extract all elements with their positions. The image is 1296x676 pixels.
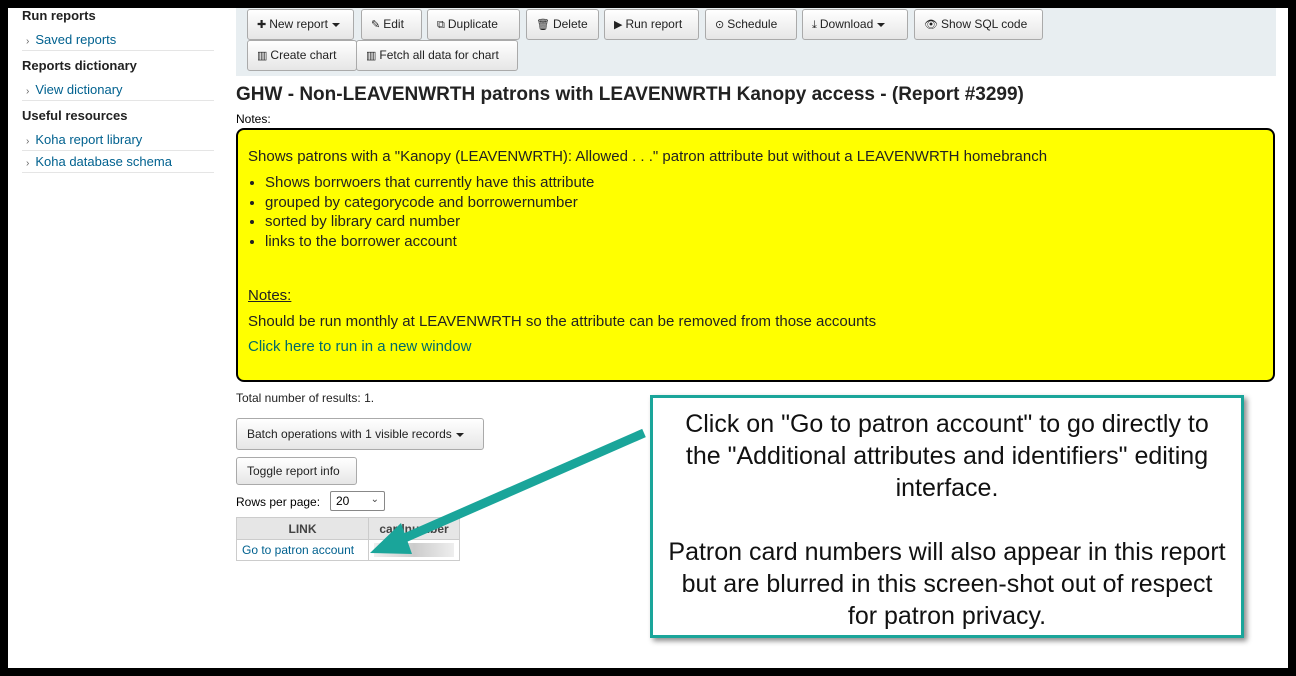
callout-text-1: Click on "Go to patron account" to go di…: [685, 410, 1209, 502]
plus-icon: ✚: [257, 19, 267, 31]
new-report-button[interactable]: ✚ New report: [247, 9, 354, 40]
list-item: sorted by library card number: [265, 212, 1263, 232]
download-label: Download: [819, 17, 874, 31]
create-chart-label: Create chart: [270, 48, 337, 62]
list-item: grouped by categorycode and borrowernumb…: [265, 193, 1263, 213]
report-toolbar: ✚ New report ✎ Edit ⧉ Duplicate 🗑 Delete ▶ Ru…: [236, 8, 1276, 76]
link-cell: Go to patron account: [236, 539, 369, 561]
notes-intro: Shows patrons with a "Kanopy (LEAVENWRTH…: [248, 148, 1048, 165]
play-icon: ▶: [614, 19, 623, 31]
chevron-right-icon: ›: [26, 86, 30, 97]
delete-label: Delete: [552, 17, 588, 31]
delete-button[interactable]: 🗑 Delete: [526, 9, 599, 40]
rows-per-page-label: Rows per page:: [236, 495, 321, 509]
sidebar-heading-run-reports: Run reports: [22, 8, 96, 23]
notes-label: Notes:: [236, 112, 271, 126]
fetch-all-data-button[interactable]: ▥ Fetch all data for chart: [356, 40, 518, 71]
notes-bullet-list: Shows borrwoers that currently have this…: [248, 173, 1263, 251]
list-item: links to the borrower account: [265, 232, 1263, 252]
koha-report-library-link[interactable]: Koha report library: [35, 132, 142, 147]
trash-icon: 🗑: [536, 19, 550, 31]
new-report-label: New report: [269, 17, 328, 31]
caret-down-icon: [877, 22, 886, 27]
rows-per-page-select[interactable]: 20 ⌄: [330, 491, 385, 511]
run-report-label: Run report: [625, 17, 683, 31]
duplicate-button[interactable]: ⧉ Duplicate: [427, 9, 520, 40]
sidebar: Run reports › Saved reports Reports dicti…: [22, 8, 214, 173]
cardnumber-cell: [368, 539, 460, 561]
callout-text-2: Patron card numbers will also appear in …: [668, 538, 1226, 630]
schedule-label: Schedule: [727, 17, 778, 31]
run-in-new-window-link[interactable]: Click here to run in a new window: [248, 338, 1263, 355]
sidebar-item-koha-database-schema[interactable]: › Koha database schema: [22, 151, 214, 173]
batch-operations-label: Batch operations with 1 visible records: [247, 427, 452, 441]
caret-down-icon: [331, 22, 340, 27]
show-sql-label: Show SQL code: [940, 17, 1028, 31]
run-report-button[interactable]: ▶ Run report: [604, 9, 699, 40]
report-notes: Shows patrons with a "Kanopy (LEAVENWRTH…: [236, 128, 1275, 382]
sidebar-heading-reports-dictionary: Reports dictionary: [22, 58, 137, 73]
chevron-right-icon: ›: [26, 36, 30, 47]
show-sql-button[interactable]: 👁 Show SQL code: [914, 9, 1043, 40]
annotation-callout: Click on "Go to patron account" to go di…: [650, 395, 1244, 638]
download-icon: ⤓: [812, 19, 817, 31]
schedule-button[interactable]: ⊙ Schedule: [705, 9, 797, 40]
saved-reports-link[interactable]: Saved reports: [35, 32, 116, 47]
pencil-icon: ✎: [371, 19, 381, 31]
go-to-patron-account-link[interactable]: Go to patron account: [242, 543, 354, 557]
blurred-cardnumber: [374, 543, 454, 557]
list-item: Shows borrwoers that currently have this…: [265, 173, 1263, 193]
page-title: GHW - Non-LEAVENWRTH patrons with LEAVEN…: [236, 84, 1024, 105]
fetch-all-data-label: Fetch all data for chart: [379, 48, 499, 62]
caret-down-icon: [455, 432, 464, 437]
results-table: LINK cardnumber Go to patron account: [236, 517, 460, 561]
notes-run-instruction: Should be run monthly at LEAVENWRTH so t…: [248, 313, 877, 330]
column-header-cardnumber[interactable]: cardnumber: [368, 517, 460, 540]
batch-operations-button[interactable]: Batch operations with 1 visible records: [236, 418, 484, 450]
report-page: Run reports › Saved reports Reports dicti…: [8, 8, 1288, 668]
total-results-value: 1.: [364, 391, 375, 405]
edit-label: Edit: [383, 17, 404, 31]
rows-per-page-value: 20: [336, 494, 350, 508]
bar-chart-icon: ▥: [257, 50, 268, 62]
copy-icon: ⧉: [437, 19, 445, 31]
chevron-right-icon: ›: [26, 136, 30, 147]
edit-button[interactable]: ✎ Edit: [361, 9, 422, 40]
koha-database-schema-link[interactable]: Koha database schema: [35, 154, 172, 169]
total-results: Total number of results: 1.: [236, 391, 374, 405]
download-button[interactable]: ⤓ Download: [802, 9, 908, 40]
create-chart-button[interactable]: ▥ Create chart: [247, 40, 357, 71]
chevron-right-icon: ›: [26, 158, 30, 169]
duplicate-label: Duplicate: [447, 17, 498, 31]
table-row: Go to patron account: [236, 539, 460, 561]
view-dictionary-link[interactable]: View dictionary: [35, 82, 122, 97]
sidebar-item-view-dictionary[interactable]: › View dictionary: [22, 79, 214, 101]
eye-icon: 👁: [924, 19, 938, 31]
sidebar-item-saved-reports[interactable]: › Saved reports: [22, 29, 214, 51]
toggle-report-info-button[interactable]: Toggle report info: [236, 457, 357, 485]
total-results-label: Total number of results:: [236, 391, 361, 405]
sidebar-item-koha-report-library[interactable]: › Koha report library: [22, 129, 214, 151]
chevron-down-icon: ⌄: [370, 494, 379, 505]
column-header-link[interactable]: LINK: [236, 517, 369, 540]
notes-subheading: Notes:: [248, 287, 292, 304]
clock-icon: ⊙: [715, 19, 725, 31]
sidebar-heading-useful-resources: Useful resources: [22, 108, 128, 123]
bar-chart-icon: ▥: [366, 50, 377, 62]
table-header-row: LINK cardnumber: [236, 517, 460, 540]
